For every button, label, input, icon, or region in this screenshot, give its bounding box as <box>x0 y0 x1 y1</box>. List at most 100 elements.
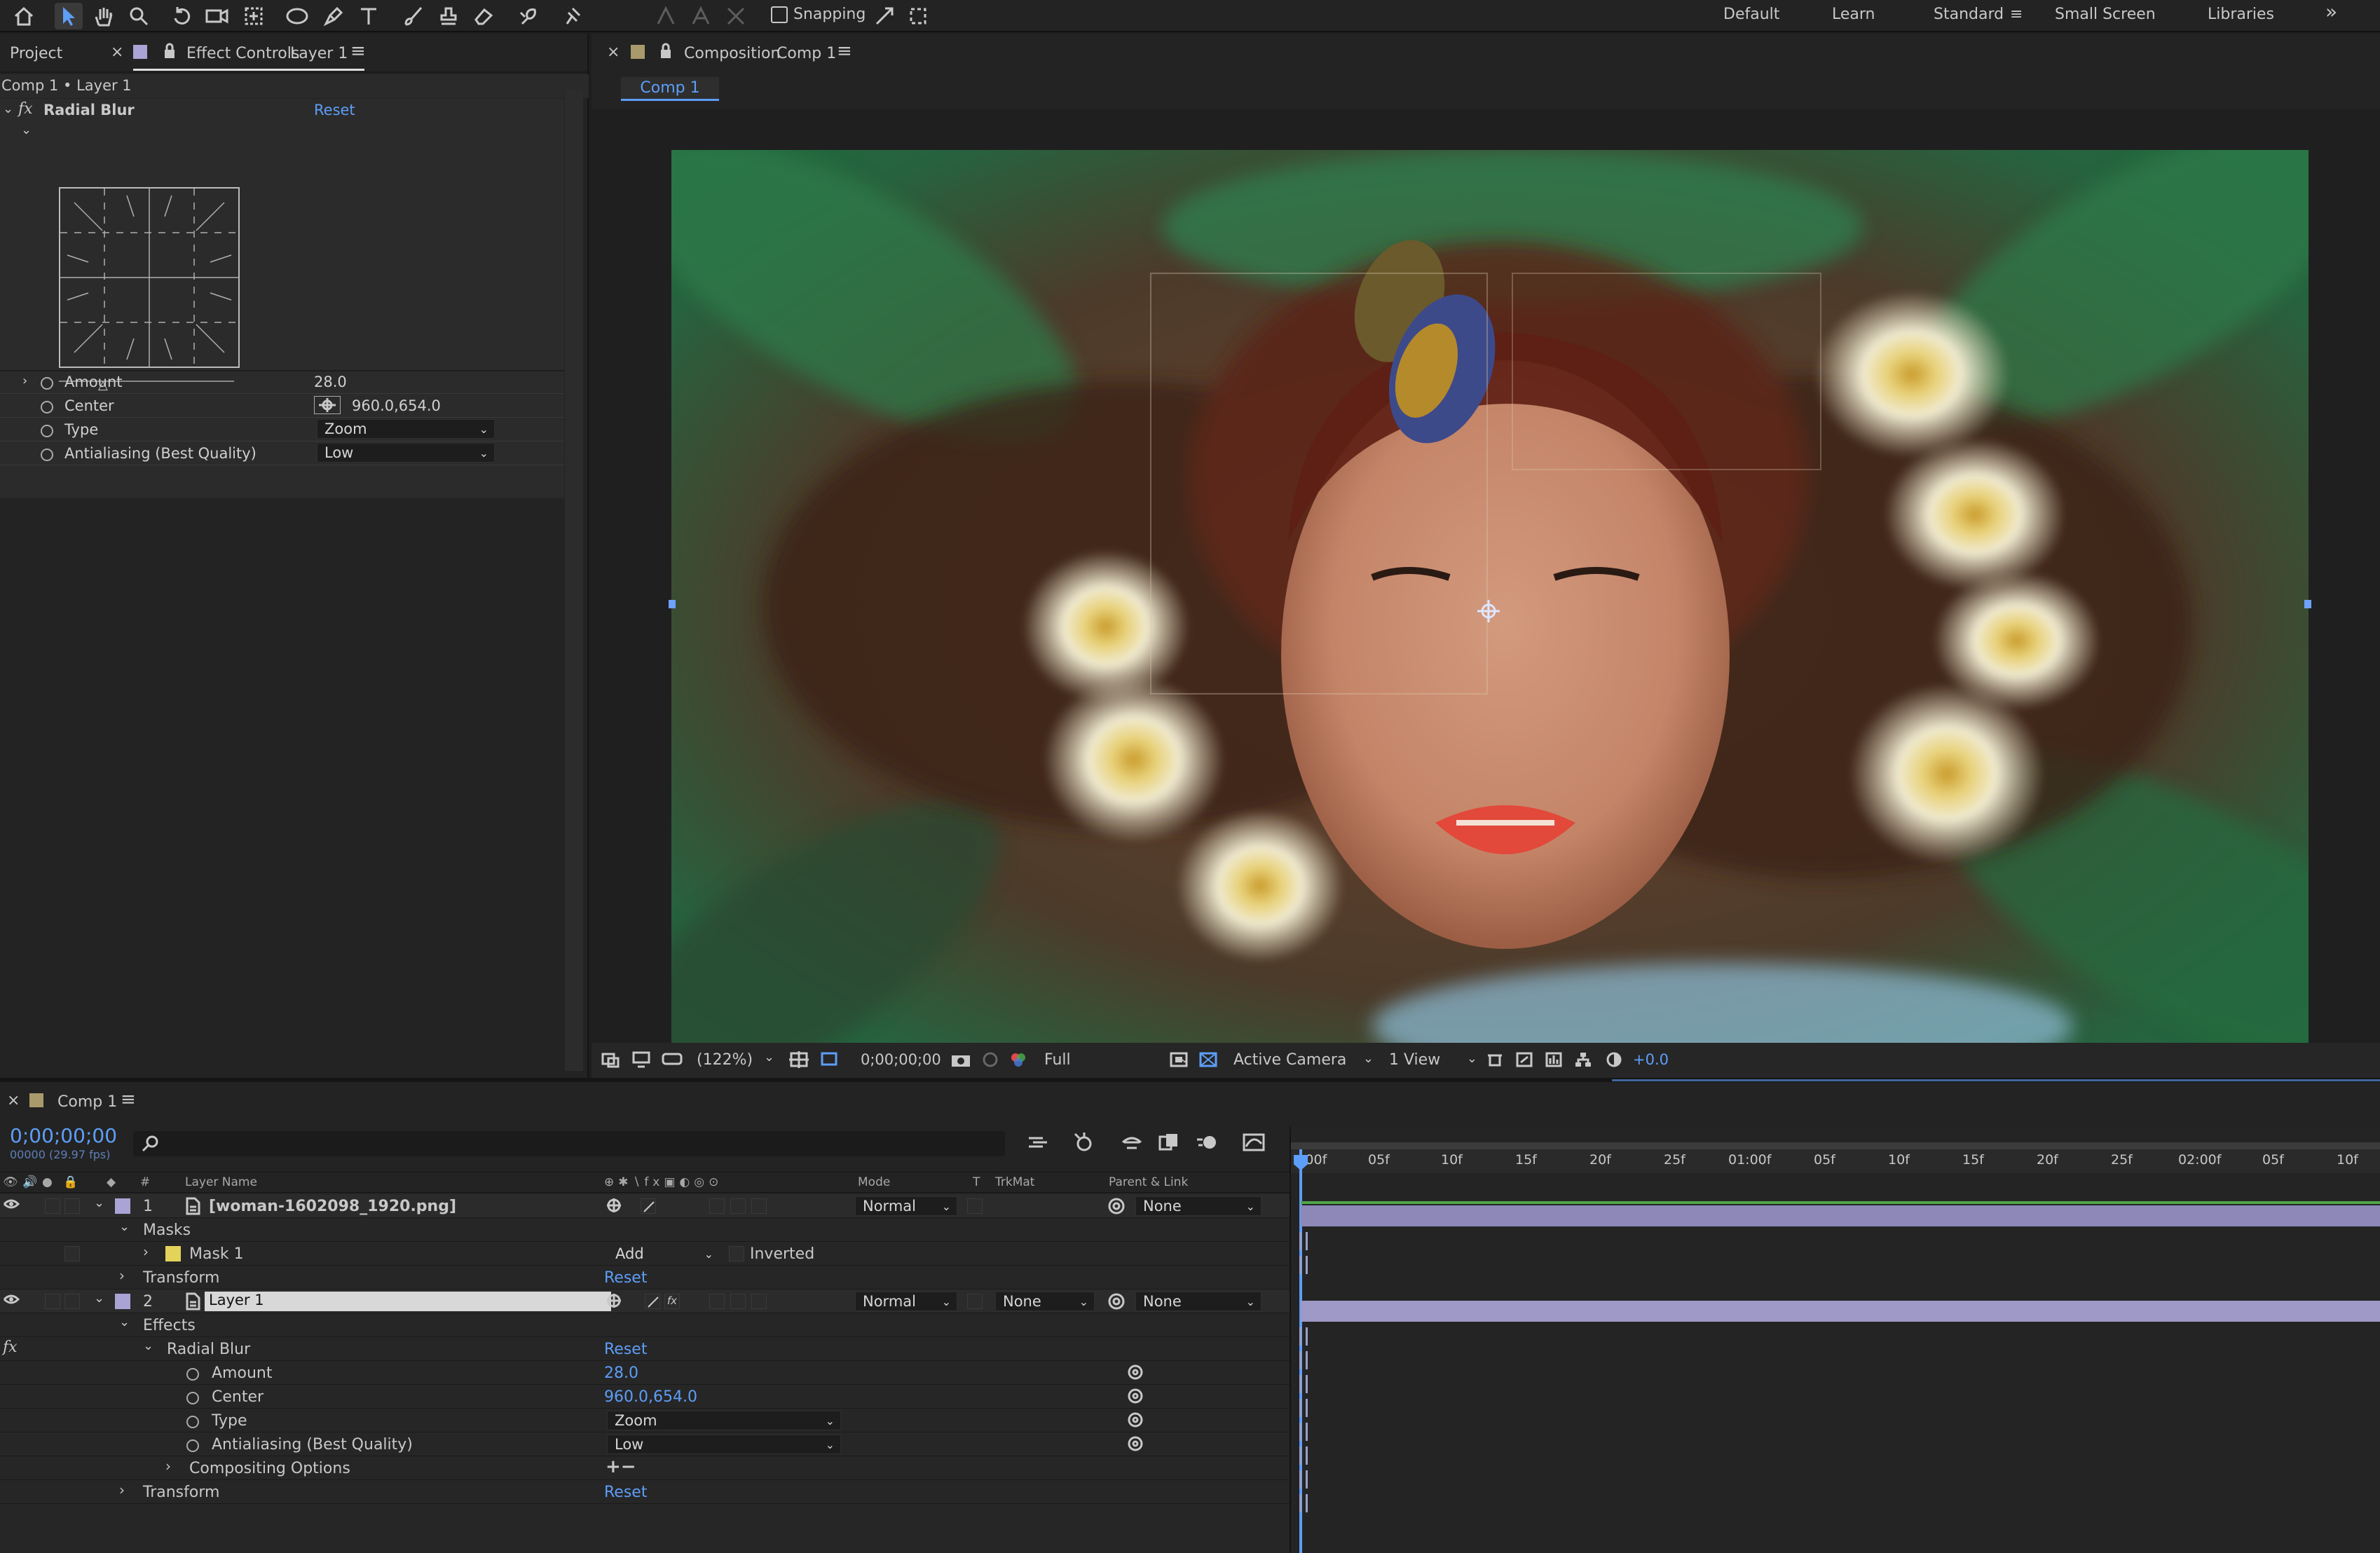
comp-mini-flowchart-icon[interactable] <box>1027 1133 1051 1156</box>
adjustment-switch[interactable] <box>730 1198 746 1214</box>
layer-row-1[interactable]: ⌄ 1 [woman-1602098_1920.png] Normal ⌄ Non… <box>0 1194 1290 1218</box>
current-timecode[interactable]: 0;00;00;00 <box>861 1051 941 1068</box>
pick-whip-icon[interactable] <box>1107 1197 1126 1219</box>
snap-edges-icon[interactable] <box>870 3 898 29</box>
type-dropdown[interactable]: Zoom ⌄ <box>317 419 495 439</box>
parent-dropdown[interactable]: None ⌄ <box>1135 1292 1261 1311</box>
vr-headset-icon[interactable] <box>662 1051 683 1072</box>
hand-tool-icon[interactable] <box>90 3 118 29</box>
keyframe-marker[interactable] <box>1299 1423 1308 1441</box>
eye-icon[interactable] <box>3 1197 20 1215</box>
expression-pick-whip-icon[interactable] <box>1127 1388 1144 1409</box>
layer-2-bar[interactable] <box>1301 1301 2380 1322</box>
stopwatch-icon[interactable] <box>186 1413 199 1430</box>
layer-1-bar[interactable] <box>1301 1205 2380 1226</box>
3d-layer-switch[interactable] <box>751 1198 767 1214</box>
mask-inverted-checkbox[interactable] <box>729 1246 744 1261</box>
solo-toggle[interactable] <box>45 1198 60 1214</box>
keyframe-marker[interactable] <box>1299 1232 1308 1250</box>
toggle-pixel-aspect-icon[interactable] <box>1486 1051 1504 1072</box>
chevron-down-icon[interactable]: ⌄ <box>764 1050 774 1065</box>
timeline-icon[interactable] <box>1515 1051 1533 1072</box>
layer-search-input[interactable] <box>133 1131 1005 1156</box>
expression-pick-whip-icon[interactable] <box>1127 1411 1144 1432</box>
layer-name-field[interactable]: Layer 1 <box>205 1292 611 1311</box>
effects-group-row[interactable]: ⌄ Effects <box>0 1313 1290 1337</box>
tl-prop-center-value[interactable]: 960.0,654.0 <box>604 1388 697 1406</box>
keyframe-marker[interactable] <box>1299 1351 1308 1369</box>
reset-exposure-icon[interactable] <box>1605 1051 1623 1072</box>
pick-whip-icon[interactable] <box>1107 1292 1126 1315</box>
tl-prop-type-row[interactable]: Type Zoom ⌄ <box>0 1409 1290 1432</box>
trkmat-dropdown[interactable]: None ⌄ <box>995 1292 1095 1311</box>
close-icon[interactable]: × <box>7 1092 20 1109</box>
lock-icon[interactable] <box>163 42 177 64</box>
expand-chevron-icon[interactable]: ⌄ <box>21 123 32 137</box>
panel-menu-icon[interactable]: ≡ <box>350 41 366 62</box>
prop-value-center[interactable]: 960.0,654.0 <box>352 397 441 414</box>
keyframe-marker[interactable] <box>1299 1256 1308 1274</box>
tl-antialiasing-dropdown[interactable]: Low ⌄ <box>607 1435 841 1454</box>
expand-arrow-icon[interactable]: › <box>119 1267 125 1284</box>
tab-effect-controls[interactable]: Effect Controls <box>186 45 299 62</box>
zoom-tool-icon[interactable] <box>125 3 153 29</box>
home-icon[interactable] <box>10 3 38 29</box>
close-icon[interactable]: × <box>111 43 123 61</box>
fast-previews-icon[interactable] <box>1169 1051 1189 1072</box>
region-of-interest-icon[interactable] <box>819 1050 840 1072</box>
pan-behind-tool-icon[interactable] <box>240 3 268 29</box>
tab-project[interactable]: Project <box>10 45 62 62</box>
collapse-chevron-icon[interactable]: ⌄ <box>143 1339 153 1353</box>
expression-pick-whip-icon[interactable] <box>1127 1364 1144 1385</box>
puppet-tool-icon[interactable] <box>558 3 586 29</box>
workspace-standard[interactable]: Standard <box>1934 6 2004 23</box>
mask-1-row[interactable]: › Mask 1 Add ⌄ Inverted <box>0 1242 1290 1266</box>
tab-timeline-comp[interactable]: Comp 1 <box>57 1093 117 1111</box>
layer-label-color[interactable] <box>115 1198 130 1214</box>
scrollbar[interactable] <box>565 90 583 1071</box>
zoom-level[interactable]: (122%) <box>697 1051 753 1069</box>
workspace-overflow-icon[interactable]: » <box>2325 0 2337 23</box>
eye-icon[interactable] <box>3 1292 20 1311</box>
view-layout-dropdown[interactable]: 1 View ⌄ <box>1389 1051 1477 1071</box>
stopwatch-icon[interactable] <box>186 1437 199 1454</box>
keyframe-marker[interactable] <box>1299 1446 1308 1465</box>
keyframe-marker[interactable] <box>1299 1375 1308 1393</box>
solo-toggle[interactable] <box>45 1294 60 1309</box>
prop-value-amount[interactable]: 28.0 <box>314 374 347 390</box>
exposure-value[interactable]: +0.0 <box>1633 1051 1669 1068</box>
stopwatch-icon[interactable] <box>186 1389 199 1407</box>
graph-editor-icon[interactable] <box>1242 1133 1266 1156</box>
expand-arrow-icon[interactable]: › <box>165 1458 171 1475</box>
snapping-checkbox[interactable] <box>771 6 788 23</box>
collapse-chevron-icon[interactable]: ⌄ <box>119 1219 130 1234</box>
add-remove-icon[interactable]: +− <box>606 1456 636 1477</box>
fx-icon[interactable]: fx <box>3 1339 18 1356</box>
workspace-menu-icon[interactable]: ≡ <box>2010 6 2023 23</box>
draft-3d-icon[interactable] <box>1072 1131 1096 1156</box>
expand-arrow-icon[interactable]: › <box>143 1243 149 1260</box>
lock-toggle[interactable] <box>64 1294 80 1309</box>
effect-reset-link[interactable]: Reset <box>314 102 355 118</box>
collapse-chevron-icon[interactable]: ⌄ <box>3 102 13 116</box>
keyframe-marker[interactable] <box>1299 1494 1308 1512</box>
crosshair-point-icon[interactable] <box>314 396 341 414</box>
time-graph[interactable]: :00f 05f 10f 15f 20f 25f 01:00f 05f 10f … <box>1290 1127 2380 1553</box>
motion-blur-switch[interactable] <box>709 1198 725 1214</box>
workspace-default[interactable]: Default <box>1723 6 1779 23</box>
snap-features-icon[interactable] <box>904 3 932 29</box>
collapse-transform-icon[interactable] <box>606 1292 622 1313</box>
masks-group-row[interactable]: ⌄ Masks <box>0 1218 1290 1242</box>
ellipse-tool-icon[interactable] <box>283 3 311 29</box>
keyframe-marker[interactable] <box>1299 1327 1308 1346</box>
comp-viewer[interactable] <box>591 109 2380 1074</box>
radial-blur-preview[interactable] <box>59 187 240 368</box>
layer-name-header[interactable]: Layer Name <box>185 1175 257 1189</box>
stopwatch-icon[interactable] <box>41 446 53 463</box>
tab-composition-prefix[interactable]: Composition <box>684 45 780 62</box>
motion-blur-icon[interactable] <box>1196 1133 1219 1156</box>
motion-blur-switch[interactable] <box>709 1294 725 1309</box>
flowchart-icon[interactable] <box>1574 1051 1592 1072</box>
rotate-tool-icon[interactable] <box>168 3 196 29</box>
brush-tool-icon[interactable] <box>399 3 428 29</box>
